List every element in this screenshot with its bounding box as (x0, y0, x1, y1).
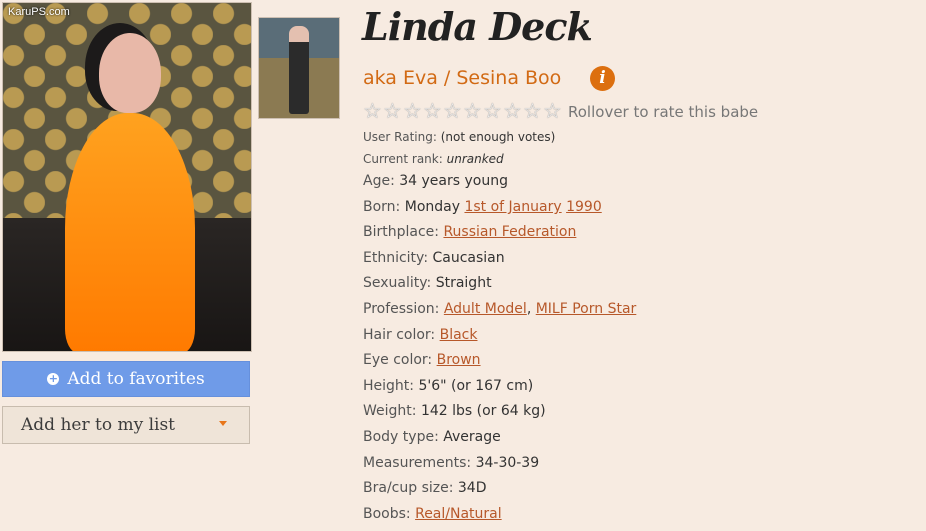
weight-value: 142 lbs (or 64 kg) (420, 403, 546, 419)
ethnicity-value: Caucasian (432, 250, 505, 266)
weight-label: Weight: (363, 403, 417, 419)
thumbnail-photo[interactable] (258, 17, 340, 119)
body-type-row: Body type: Average (363, 429, 501, 445)
boobs-label: Boobs: (363, 506, 411, 522)
profession-row: Profession: Adult Model, MILF Porn Star (363, 301, 636, 317)
measurements-row: Measurements: 34-30-39 (363, 455, 539, 471)
add-to-list-dropdown[interactable]: Add her to my list (2, 406, 250, 444)
info-icon[interactable]: i (590, 66, 615, 91)
body-type-value: Average (443, 429, 501, 445)
measurements-value: 34-30-39 (475, 455, 540, 471)
star-icon[interactable]: ☆ (443, 101, 463, 122)
star-icon[interactable]: ☆ (523, 101, 543, 122)
hair-link[interactable]: Black (440, 327, 478, 343)
star-icon[interactable]: ☆ (383, 101, 403, 122)
height-value: 5'6" (or 167 cm) (418, 378, 534, 394)
photo-person-dress (65, 113, 195, 351)
star-icon[interactable]: ☆ (503, 101, 523, 122)
user-rating: User Rating: (not enough votes) (363, 130, 555, 144)
age-row: Age: 34 years young (363, 173, 508, 189)
user-rating-value: (not enough votes) (440, 130, 556, 144)
height-row: Height: 5'6" (or 167 cm) (363, 378, 533, 394)
height-label: Height: (363, 378, 414, 394)
bra-value: 34D (457, 480, 487, 496)
boobs-row: Boobs: Real/Natural (363, 506, 502, 522)
eye-row: Eye color: Brown (363, 352, 481, 368)
star-icon[interactable]: ☆ (463, 101, 483, 122)
user-rating-label: User Rating: (363, 130, 437, 144)
profession-link-milf[interactable]: MILF Porn Star (536, 301, 637, 317)
photo-person-head (99, 33, 161, 113)
sexuality-label: Sexuality: (363, 275, 432, 291)
boobs-link[interactable]: Real/Natural (415, 506, 502, 522)
measurements-label: Measurements: (363, 455, 472, 471)
age-value: 34 years young (399, 173, 508, 189)
profession-separator: , (526, 301, 532, 317)
rating-stars[interactable]: ☆ ☆ ☆ ☆ ☆ ☆ ☆ ☆ ☆ ☆ (363, 101, 563, 122)
birthplace-label: Birthplace: (363, 224, 439, 240)
bra-label: Bra/cup size: (363, 480, 454, 496)
eye-link[interactable]: Brown (437, 352, 481, 368)
bra-row: Bra/cup size: 34D (363, 480, 487, 496)
profile-aka: aka Eva / Sesina Boo (363, 67, 562, 89)
born-row: Born: Monday 1st of January 1990 (363, 199, 602, 215)
born-label: Born: (363, 199, 401, 215)
ethnicity-label: Ethnicity: (363, 250, 429, 266)
star-icon[interactable]: ☆ (363, 101, 383, 122)
list-dropdown-label: Add her to my list (21, 415, 176, 435)
sexuality-row: Sexuality: Straight (363, 275, 492, 291)
sexuality-value: Straight (435, 275, 492, 291)
photo-watermark: KaruPS.com (8, 6, 70, 18)
profession-link-adult-model[interactable]: Adult Model (444, 301, 527, 317)
birthplace-row: Birthplace: Russian Federation (363, 224, 576, 240)
profession-label: Profession: (363, 301, 440, 317)
profile-name: Linda Deck (362, 4, 593, 49)
star-icon[interactable]: ☆ (483, 101, 503, 122)
born-day: Monday (404, 199, 461, 215)
main-profile-photo[interactable]: KaruPS.com (2, 2, 252, 352)
hair-row: Hair color: Black (363, 327, 478, 343)
current-rank: Current rank: unranked (363, 152, 504, 166)
born-year-link[interactable]: 1990 (566, 199, 602, 215)
star-icon[interactable]: ☆ (403, 101, 423, 122)
hair-label: Hair color: (363, 327, 436, 343)
rating-prompt: Rollover to rate this babe (568, 103, 759, 121)
weight-row: Weight: 142 lbs (or 64 kg) (363, 403, 546, 419)
rank-label: Current rank: (363, 152, 443, 166)
star-icon[interactable]: ☆ (543, 101, 563, 122)
age-label: Age: (363, 173, 395, 189)
born-date-link[interactable]: 1st of January (464, 199, 561, 215)
star-icon[interactable]: ☆ (423, 101, 443, 122)
thumbnail-person (289, 26, 309, 114)
favorites-label: Add to favorites (67, 369, 205, 389)
plus-circle-icon: + (47, 372, 60, 385)
birthplace-link[interactable]: Russian Federation (443, 224, 576, 240)
ethnicity-row: Ethnicity: Caucasian (363, 250, 505, 266)
eye-label: Eye color: (363, 352, 433, 368)
body-type-label: Body type: (363, 429, 439, 445)
rank-value: unranked (446, 152, 504, 166)
add-to-favorites-button[interactable]: + Add to favorites (2, 361, 250, 397)
caret-down-icon (219, 421, 227, 426)
